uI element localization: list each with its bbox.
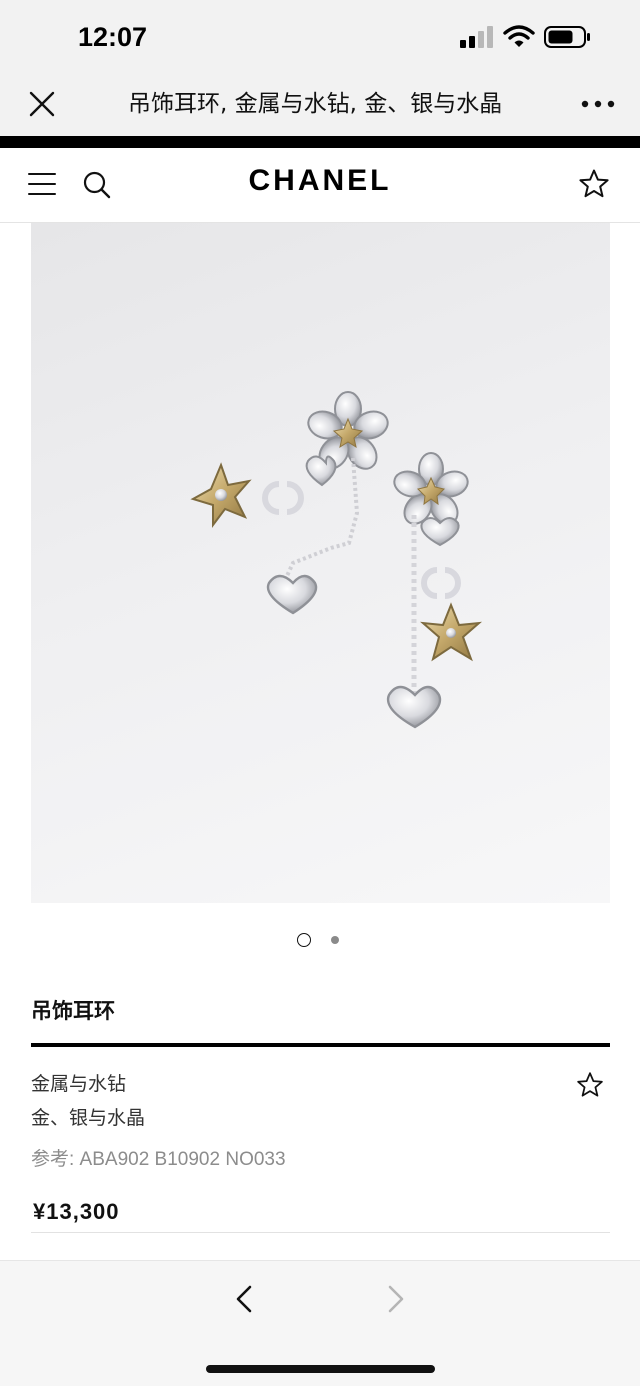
pager-dot-active[interactable] (297, 933, 311, 947)
product-reference: 参考: ABA902 B10902 NO033 (31, 1149, 286, 1170)
price-divider (31, 1232, 610, 1233)
wishlist-star-icon[interactable] (576, 1071, 604, 1099)
product-image[interactable] (31, 223, 610, 903)
signal-icon (460, 26, 493, 48)
close-icon[interactable] (28, 90, 56, 118)
brand-logo[interactable]: CHANEL (0, 164, 640, 198)
browser-bottom-bar (0, 1260, 640, 1386)
product-name: 吊饰耳环 (31, 999, 115, 1023)
back-arrow-icon[interactable] (228, 1281, 260, 1317)
webview-title: 吊饰耳环, 金属与水钻, 金、银与水晶 (128, 91, 503, 117)
status-bar: 12:07 (0, 0, 640, 72)
forward-arrow-icon[interactable] (380, 1281, 412, 1317)
webview-title-bar: 吊饰耳环, 金属与水钻, 金、银与水晶 (0, 72, 640, 136)
product-material: 金属与水钻 (31, 1073, 127, 1095)
image-pager (0, 930, 640, 952)
status-time: 12:07 (78, 22, 148, 52)
home-indicator[interactable] (206, 1365, 435, 1373)
product-name-divider (31, 1043, 610, 1047)
right-earring (386, 452, 483, 729)
more-icon[interactable] (580, 98, 616, 110)
site-header: CHANEL (0, 148, 640, 223)
pager-dot[interactable] (331, 936, 339, 944)
battery-icon (544, 26, 590, 48)
earrings-illustration (190, 391, 483, 729)
star-icon[interactable] (578, 168, 610, 200)
title-fade (496, 86, 530, 122)
left-earring (190, 391, 389, 615)
divider-bar (0, 136, 640, 148)
product-color: 金、银与水晶 (31, 1107, 146, 1129)
wifi-icon (503, 25, 535, 47)
product-price: ¥13,300 (33, 1199, 120, 1224)
